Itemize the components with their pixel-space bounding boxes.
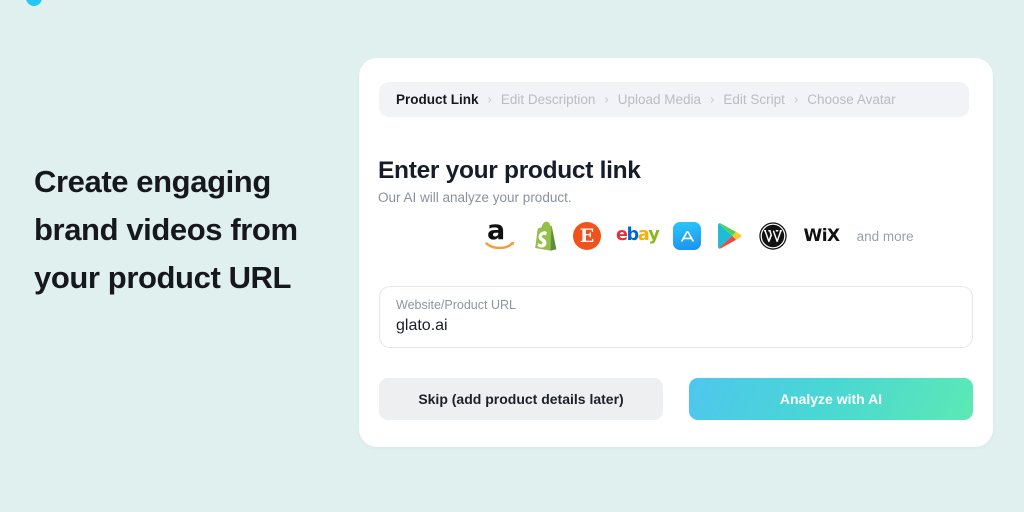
product-link-card: Product Link › Edit Description › Upload… (359, 58, 993, 447)
shopify-logo (530, 221, 558, 251)
google-play-logo (716, 222, 743, 250)
ebay-logo: ebay (616, 225, 660, 246)
chevron-right-icon: › (487, 91, 492, 107)
url-input-value[interactable]: glato.ai (396, 315, 956, 337)
supported-platform-logos: a E ebay WiX and more (485, 217, 914, 254)
chevron-right-icon: › (793, 91, 799, 107)
url-input-field[interactable]: Website/Product URL glato.ai (379, 286, 973, 348)
breadcrumb-step-choose-avatar[interactable]: Choose Avatar (807, 92, 895, 107)
breadcrumb-step-upload-media[interactable]: Upload Media (618, 92, 701, 107)
page-title: Enter your product link (378, 157, 641, 184)
breadcrumb-step-product-link[interactable]: Product Link (396, 92, 479, 107)
chevron-right-icon: › (710, 91, 715, 107)
skip-button[interactable]: Skip (add product details later) (379, 378, 663, 420)
hero-headline: Create engaging brand videos from your p… (34, 164, 298, 295)
and-more-label: and more (856, 228, 914, 244)
breadcrumb-step-edit-script[interactable]: Edit Script (723, 92, 785, 107)
wordpress-logo (758, 221, 788, 251)
amazon-logo: a (485, 217, 515, 250)
wix-logo: WiX (803, 225, 840, 246)
etsy-logo: E (573, 222, 601, 250)
chevron-right-icon: › (604, 91, 609, 107)
breadcrumb: Product Link › Edit Description › Upload… (379, 82, 969, 117)
analyze-with-ai-button[interactable]: Analyze with AI (689, 378, 973, 420)
breadcrumb-step-edit-description[interactable]: Edit Description (501, 92, 596, 107)
card-actions: Skip (add product details later) Analyze… (379, 378, 973, 420)
url-input-label: Website/Product URL (396, 298, 516, 312)
page-subtitle: Our AI will analyze your product. (378, 190, 572, 205)
page-accent-dot (26, 0, 42, 6)
app-store-logo (673, 222, 702, 250)
